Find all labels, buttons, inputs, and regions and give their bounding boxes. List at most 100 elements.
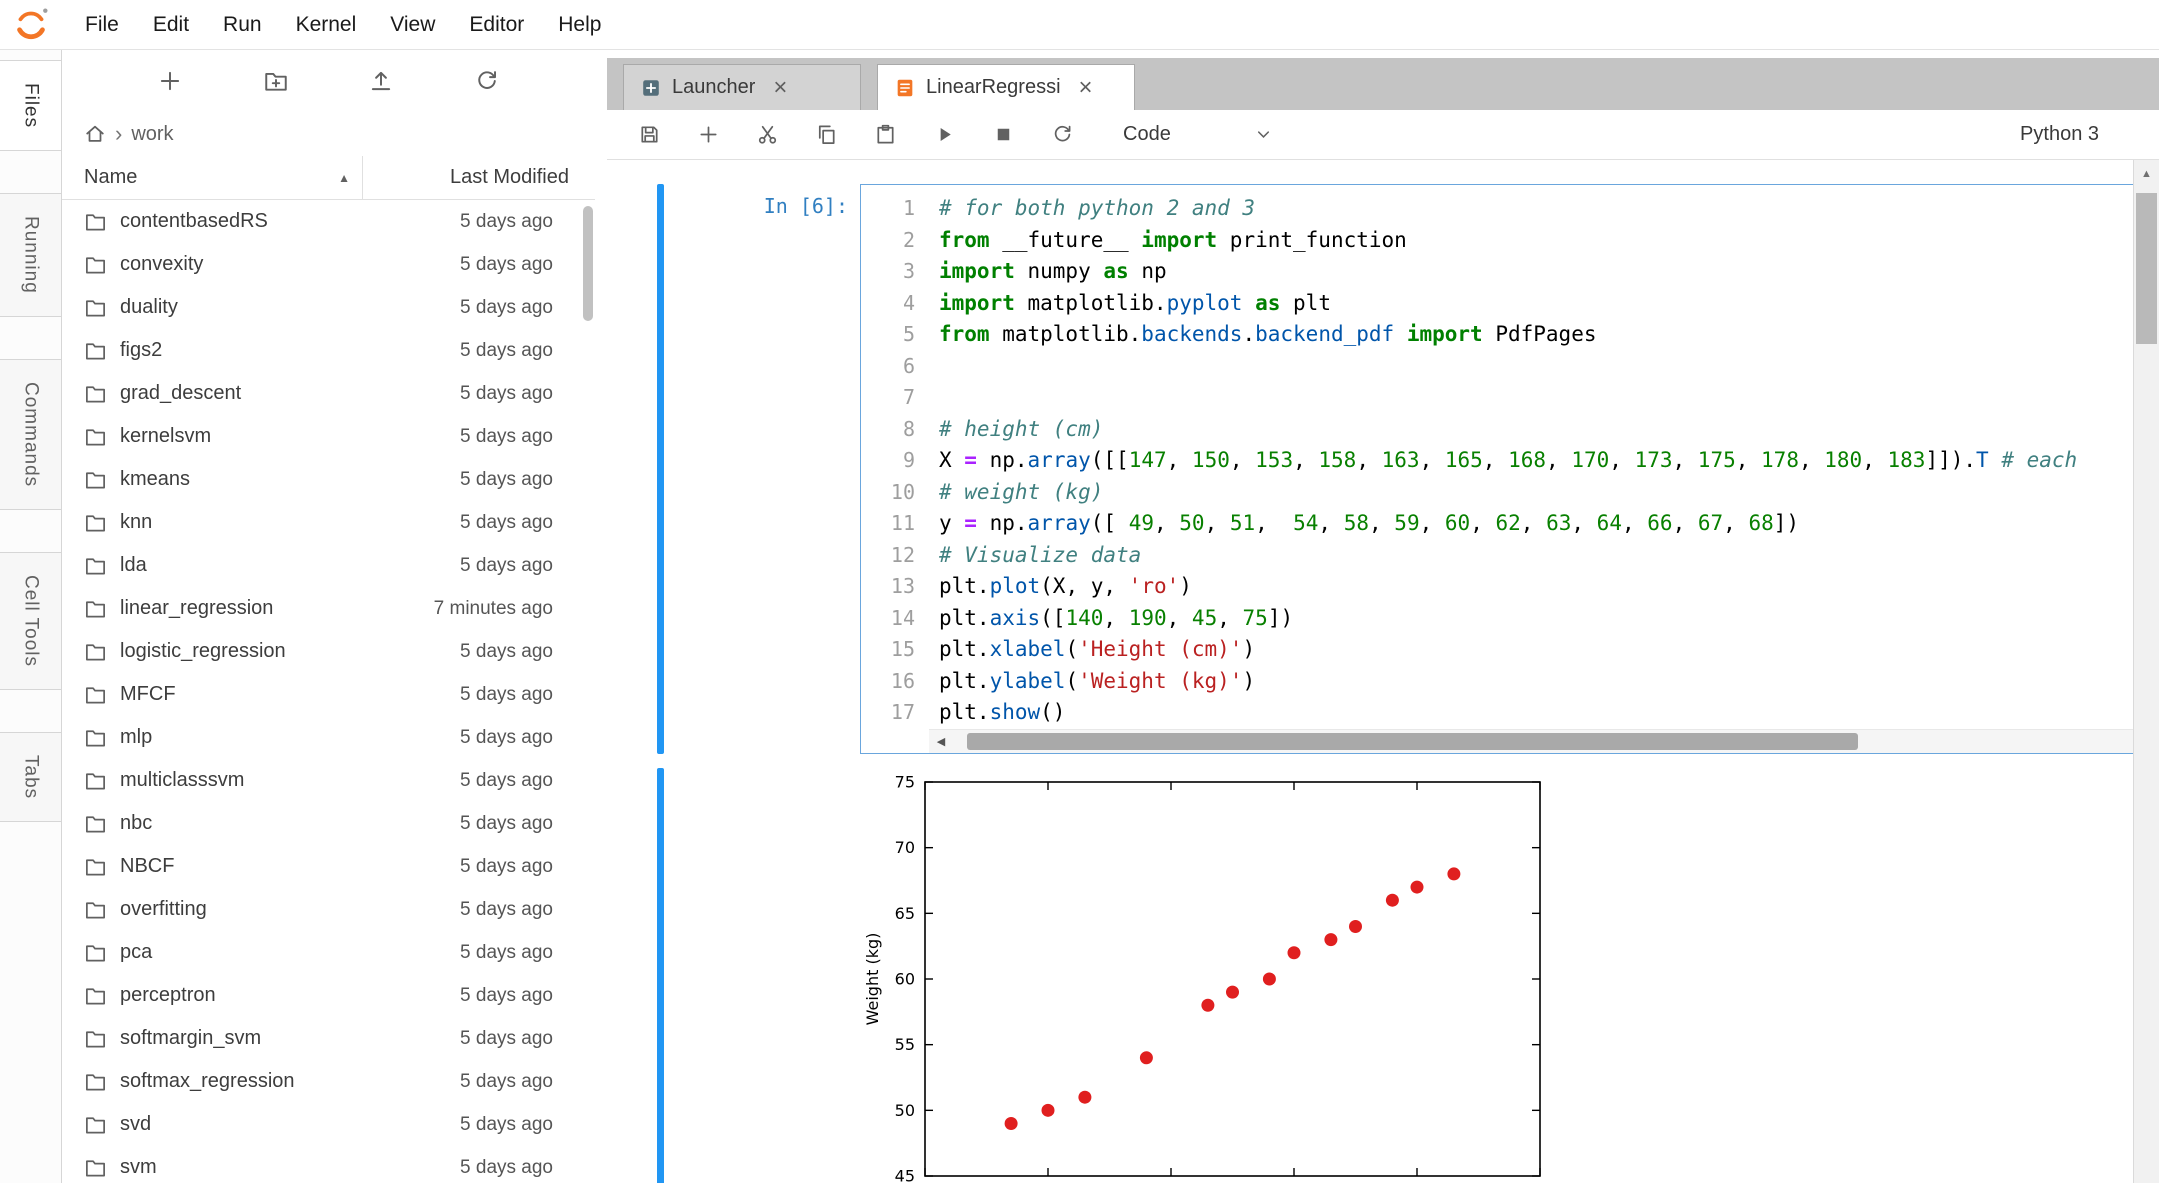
file-row-knn[interactable]: knn5 days ago [62, 501, 595, 544]
file-row-contentbasedRS[interactable]: contentbasedRS5 days ago [62, 200, 595, 243]
menu-edit[interactable]: Edit [136, 13, 206, 37]
code-line[interactable]: # height (cm) [939, 414, 2150, 446]
file-row-softmax_regression[interactable]: softmax_regression5 days ago [62, 1060, 595, 1103]
file-row-kmeans[interactable]: kmeans5 days ago [62, 458, 595, 501]
file-browser-scrollbar[interactable] [583, 202, 593, 1183]
refresh-button[interactable] [464, 58, 510, 104]
home-icon[interactable] [84, 123, 106, 145]
file-row-duality[interactable]: duality5 days ago [62, 286, 595, 329]
code-line[interactable]: plt.xlabel('Height (cm)') [939, 634, 2150, 666]
cut-cells-button[interactable] [749, 116, 785, 154]
code-line[interactable]: # for both python 2 and 3 [939, 193, 2150, 225]
code-line[interactable]: from matplotlib.backends.backend_pdf imp… [939, 319, 2150, 351]
notebook-scrollbar[interactable]: ▲ [2133, 160, 2159, 1183]
code-line[interactable]: import matplotlib.pyplot as plt [939, 288, 2150, 320]
code-lines[interactable]: # for both python 2 and 3from __future__… [929, 185, 2150, 729]
line-number: 10 [861, 477, 915, 509]
code-editor[interactable]: 1234567891011121314151617 # for both pyt… [860, 184, 2151, 754]
menu-kernel[interactable]: Kernel [279, 13, 374, 37]
stop-kernel-button[interactable] [985, 116, 1021, 154]
file-row-nbc[interactable]: nbc5 days ago [62, 802, 595, 845]
editor-horizontal-scrollbar[interactable]: ◀ ▶ [929, 729, 2150, 753]
svg-text:190: 190 [1525, 1180, 1556, 1184]
cell-type-dropdown[interactable]: Code [1123, 123, 1273, 146]
scrollbar-thumb[interactable] [583, 206, 593, 321]
code-line[interactable]: plt.ylabel('Weight (kg)') [939, 666, 2150, 698]
sidebar-tab-commands[interactable]: Commands [0, 359, 61, 510]
insert-cell-button[interactable] [690, 116, 726, 154]
sidebar-tab-files[interactable]: Files [0, 60, 61, 151]
code-line[interactable]: plt.plot(X, y, 'ro') [939, 571, 2150, 603]
file-row-mlp[interactable]: mlp5 days ago [62, 716, 595, 759]
line-number: 3 [861, 256, 915, 288]
file-row-figs2[interactable]: figs25 days ago [62, 329, 595, 372]
file-modified: 5 days ago [460, 555, 595, 577]
sidebar-tab-cell-tools[interactable]: Cell Tools [0, 552, 61, 690]
kernel-name[interactable]: Python 3 [2020, 123, 2099, 146]
file-row-perceptron[interactable]: perceptron5 days ago [62, 974, 595, 1017]
copy-cells-button[interactable] [808, 116, 844, 154]
file-row-multiclasssvm[interactable]: multiclasssvm5 days ago [62, 759, 595, 802]
code-line[interactable]: X = np.array([[147, 150, 153, 158, 163, … [939, 445, 2150, 477]
menu-view[interactable]: View [373, 13, 452, 37]
output-prompt [664, 768, 860, 1184]
file-row-grad_descent[interactable]: grad_descent5 days ago [62, 372, 595, 415]
breadcrumb-separator: › [115, 121, 122, 147]
upload-button[interactable] [358, 58, 404, 104]
dock-tab-linearregressi[interactable]: LinearRegressi× [877, 64, 1135, 110]
close-icon[interactable]: × [1079, 76, 1093, 100]
matplotlib-figure: 45505560657075140150160170180190Weight (… [860, 768, 1560, 1184]
scroll-up-arrow[interactable]: ▲ [2134, 160, 2159, 188]
paste-cells-button[interactable] [867, 116, 903, 154]
column-header-name[interactable]: Name ▲ [62, 156, 362, 199]
breadcrumb-current-dir[interactable]: work [131, 123, 173, 146]
panel-splitter[interactable] [595, 50, 607, 1183]
scrollbar-thumb[interactable] [2136, 193, 2157, 344]
code-line[interactable] [939, 382, 2150, 414]
sidebar-tab-tabs[interactable]: Tabs [0, 732, 61, 822]
file-row-MFCF[interactable]: MFCF5 days ago [62, 673, 595, 716]
run-cell-button[interactable] [926, 116, 962, 154]
save-button[interactable] [631, 116, 667, 154]
code-line[interactable]: from __future__ import print_function [939, 225, 2150, 257]
file-browser: › work Name ▲ Last Modified contentbased… [62, 50, 595, 1183]
code-line[interactable]: import numpy as np [939, 256, 2150, 288]
menu-run[interactable]: Run [206, 13, 279, 37]
new-launcher-button[interactable] [147, 58, 193, 104]
code-line[interactable]: plt.show() [939, 697, 2150, 729]
scroll-left-arrow[interactable]: ◀ [929, 735, 953, 748]
file-row-lda[interactable]: lda5 days ago [62, 544, 595, 587]
file-row-linear_regression[interactable]: linear_regression7 minutes ago [62, 587, 595, 630]
file-row-svd[interactable]: svd5 days ago [62, 1103, 595, 1146]
code-line[interactable]: plt.axis([140, 190, 45, 75]) [939, 603, 2150, 635]
code-line[interactable]: # Visualize data [939, 540, 2150, 572]
file-row-svm[interactable]: svm5 days ago [62, 1146, 595, 1183]
code-line[interactable]: y = np.array([ 49, 50, 51, 54, 58, 59, 6… [939, 508, 2150, 540]
folder-icon [84, 511, 107, 534]
breadcrumb: › work [62, 112, 595, 156]
sidebar-tab-running[interactable]: Running [0, 193, 61, 317]
dock-tab-launcher[interactable]: Launcher× [623, 64, 861, 110]
svg-text:150: 150 [1033, 1180, 1064, 1184]
scrollbar-track[interactable] [953, 730, 2126, 753]
column-header-modified[interactable]: Last Modified [362, 156, 595, 199]
file-row-convexity[interactable]: convexity5 days ago [62, 243, 595, 286]
file-row-kernelsvm[interactable]: kernelsvm5 days ago [62, 415, 595, 458]
file-row-logistic_regression[interactable]: logistic_regression5 days ago [62, 630, 595, 673]
new-folder-button[interactable] [253, 58, 299, 104]
menu-file[interactable]: File [68, 13, 136, 37]
file-row-softmargin_svm[interactable]: softmargin_svm5 days ago [62, 1017, 595, 1060]
folder-icon [84, 855, 107, 878]
code-line[interactable] [939, 351, 2150, 383]
code-line[interactable]: # weight (kg) [939, 477, 2150, 509]
file-row-NBCF[interactable]: NBCF5 days ago [62, 845, 595, 888]
restart-kernel-button[interactable] [1044, 116, 1080, 154]
input-collapser[interactable] [657, 184, 664, 754]
output-collapser[interactable] [657, 768, 664, 1184]
menu-editor[interactable]: Editor [452, 13, 541, 37]
menu-help[interactable]: Help [541, 13, 618, 37]
file-row-pca[interactable]: pca5 days ago [62, 931, 595, 974]
close-icon[interactable]: × [773, 76, 787, 100]
file-row-overfitting[interactable]: overfitting5 days ago [62, 888, 595, 931]
scrollbar-thumb[interactable] [967, 733, 1858, 750]
